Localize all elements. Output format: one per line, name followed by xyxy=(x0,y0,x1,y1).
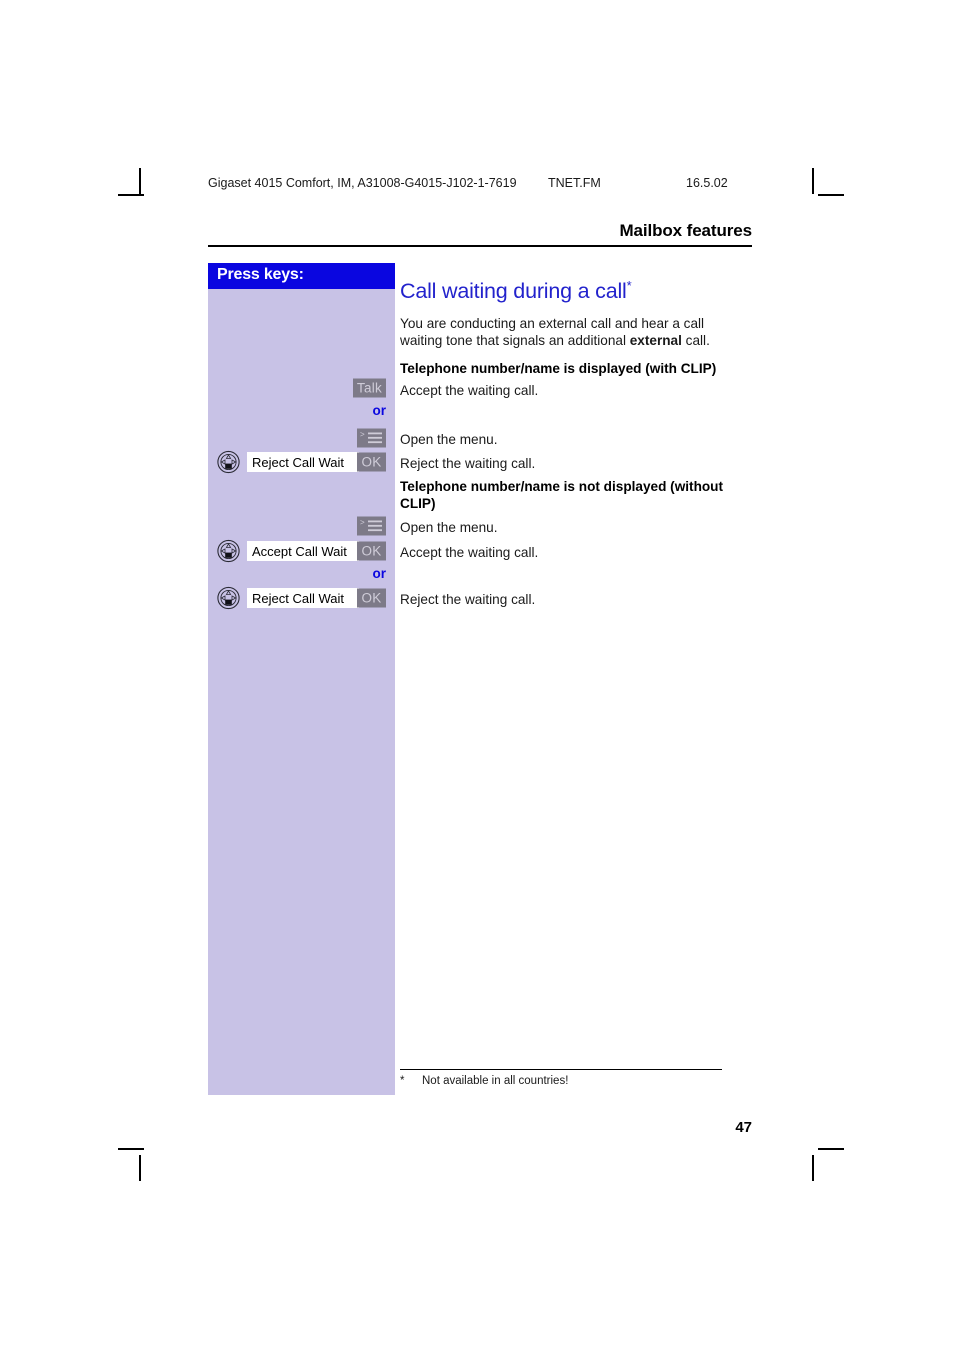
menu-display-key-icon[interactable]: > xyxy=(357,428,386,448)
press-keys-sidebar: Press keys: Talk or > Reject Call Wait O… xyxy=(208,263,395,1095)
display-option-text: Accept Call Wait xyxy=(252,543,347,559)
key-row-reject-call-wait-2: Reject Call Wait OK xyxy=(208,586,395,610)
key-row-reject-call-wait-1: Reject Call Wait OK xyxy=(208,450,395,474)
key-row-accept-call-wait: Accept Call Wait OK xyxy=(208,539,395,563)
footnote-marker: * xyxy=(400,1075,405,1087)
navigation-key-icon[interactable] xyxy=(217,539,240,563)
header-divider-rule xyxy=(208,245,752,247)
svg-text:>: > xyxy=(360,518,365,527)
instruction-accept-call-1: Accept the waiting call. xyxy=(400,383,539,398)
page-title: Call waiting during a call* xyxy=(400,279,632,304)
display-option-field[interactable]: Reject Call Wait xyxy=(247,452,359,472)
sidebar-header-label: Press keys: xyxy=(217,266,304,283)
source-file-name: TNET.FM xyxy=(548,176,601,190)
crop-mark-bottom-left-horizontal xyxy=(118,1148,144,1150)
crop-mark-top-left-vertical xyxy=(139,168,141,194)
intro-emphasis-external: external xyxy=(629,333,682,348)
instruction-reject-call-2: Reject the waiting call. xyxy=(400,592,536,607)
crop-mark-top-right-vertical xyxy=(812,168,814,194)
instruction-open-menu-1: Open the menu. xyxy=(400,432,498,447)
key-row-talk: Talk xyxy=(208,376,395,400)
crop-mark-top-left-horizontal xyxy=(118,194,144,196)
instruction-reject-call-1: Reject the waiting call. xyxy=(400,456,536,471)
svg-text:>: > xyxy=(360,430,365,439)
crop-mark-top-right-horizontal xyxy=(818,194,844,196)
navigation-key-icon[interactable] xyxy=(217,586,240,610)
navigation-key-icon[interactable] xyxy=(217,450,240,474)
intro-paragraph: You are conducting an external call and … xyxy=(400,315,740,349)
section-heading-without-clip: Telephone number/name is not displayed (… xyxy=(400,479,724,511)
instruction-accept-call-2: Accept the waiting call. xyxy=(400,545,539,560)
or-separator-1: or xyxy=(372,403,387,418)
running-head: Gigaset 4015 Comfort, IM, A31008-G4015-J… xyxy=(208,176,752,192)
display-option-text: Reject Call Wait xyxy=(252,454,344,470)
instruction-open-menu-2: Open the menu. xyxy=(400,520,498,535)
page-number: 47 xyxy=(735,1119,752,1136)
chapter-title: Mailbox features xyxy=(619,221,752,240)
document-identifier: Gigaset 4015 Comfort, IM, A31008-G4015-J… xyxy=(208,176,517,190)
key-row-open-menu-2: > xyxy=(208,514,395,538)
intro-text-part2: call. xyxy=(681,333,710,348)
ok-key-icon[interactable]: OK xyxy=(357,588,386,608)
ok-key-icon[interactable]: OK xyxy=(357,541,386,561)
footnote: * Not available in all countries! xyxy=(400,1075,730,1087)
sidebar-header-bar: Press keys: xyxy=(208,263,395,289)
page-title-footnote-marker: * xyxy=(626,277,632,293)
footnote-text: Not available in all countries! xyxy=(422,1075,569,1087)
talk-key-icon[interactable]: Talk xyxy=(353,378,386,398)
crop-mark-bottom-right-horizontal xyxy=(818,1148,844,1150)
display-option-field[interactable]: Reject Call Wait xyxy=(247,588,359,608)
crop-mark-bottom-right-vertical xyxy=(812,1155,814,1181)
document-date: 16.5.02 xyxy=(686,176,728,190)
footnote-divider-rule xyxy=(400,1069,722,1071)
display-option-field[interactable]: Accept Call Wait xyxy=(247,541,359,561)
or-separator-2: or xyxy=(372,566,387,581)
display-option-text: Reject Call Wait xyxy=(252,590,344,606)
section-heading-with-clip: Telephone number/name is displayed (with… xyxy=(400,361,717,376)
menu-display-key-icon[interactable]: > xyxy=(357,516,386,536)
page-title-text: Call waiting during a call xyxy=(400,279,627,303)
ok-key-icon[interactable]: OK xyxy=(357,452,386,472)
crop-mark-bottom-left-vertical xyxy=(139,1155,141,1181)
key-row-open-menu-1: > xyxy=(208,426,395,450)
